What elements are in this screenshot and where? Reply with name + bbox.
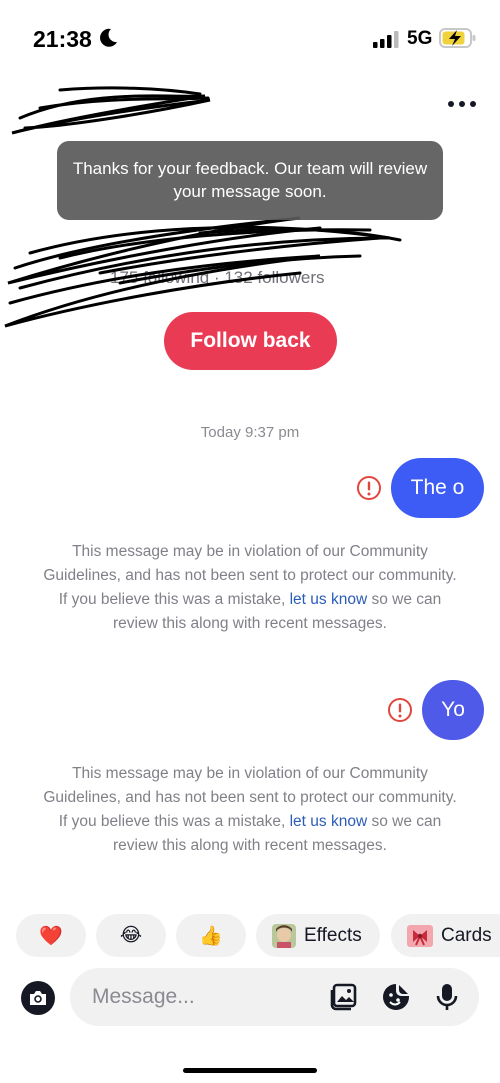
profile-stats: 175 following · 132 followers [110, 268, 325, 287]
status-time: 21:38 [33, 26, 92, 52]
thumbs-up-reaction-chip[interactable]: 👍 [176, 914, 246, 957]
more-options-icon[interactable] [444, 90, 480, 118]
status-bar: 21:38 5G [0, 0, 500, 80]
effects-label: Effects [304, 924, 362, 946]
quick-reply-row: ❤️ 😂 👍 Effects Cards [0, 914, 500, 958]
effects-avatar-icon [272, 923, 296, 948]
gallery-icon[interactable] [329, 982, 359, 1012]
heart-reaction-chip[interactable]: ❤️ [16, 914, 86, 957]
heart-icon: ❤️ [39, 925, 63, 947]
message-bubble[interactable]: The o [391, 458, 484, 518]
let-us-know-link[interactable]: let us know [290, 591, 368, 608]
message-composer [70, 968, 479, 1026]
thumbs-up-icon: 👍 [199, 925, 223, 947]
microphone-icon[interactable] [432, 982, 462, 1012]
error-icon[interactable] [356, 475, 382, 501]
signal-icon [373, 31, 399, 48]
cards-label: Cards [441, 924, 492, 946]
moon-icon [100, 28, 117, 47]
follow-back-button[interactable]: Follow back [164, 312, 337, 370]
violation-notice: This message may be in violation of our … [40, 762, 460, 858]
network-label: 5G [407, 28, 433, 49]
chat-timestamp: Today 9:37 pm [200, 424, 300, 441]
let-us-know-link[interactable]: let us know [290, 813, 368, 830]
back-button[interactable] [15, 86, 215, 126]
cards-chip[interactable]: Cards [391, 914, 500, 957]
laughing-face-icon: 😂 [119, 925, 143, 946]
laugh-reaction-chip[interactable]: 😂 [96, 914, 166, 957]
violation-notice: This message may be in violation of our … [40, 540, 460, 636]
message-input[interactable] [92, 968, 312, 1026]
error-icon[interactable] [387, 697, 413, 723]
home-indicator [183, 1068, 317, 1073]
gift-bow-icon [407, 924, 433, 947]
sticker-icon[interactable] [381, 982, 411, 1012]
profile-name [150, 230, 350, 260]
battery-charging-icon [439, 28, 476, 48]
camera-icon[interactable] [20, 980, 56, 1016]
effects-chip[interactable]: Effects [256, 914, 380, 957]
message-bubble[interactable]: Yo [422, 680, 484, 740]
feedback-toast: Thanks for your feedback. Our team will … [57, 141, 443, 220]
